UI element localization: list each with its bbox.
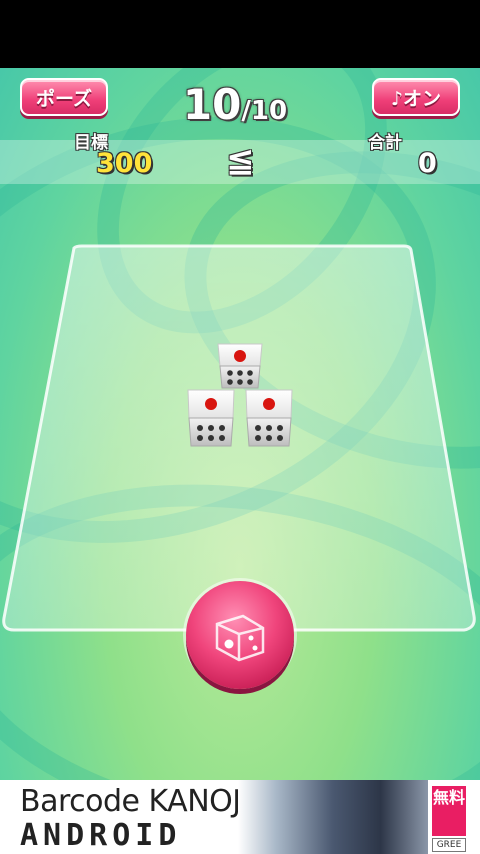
ad-title: Barcode KANOJO bbox=[20, 784, 264, 819]
target-value: 300 bbox=[96, 148, 153, 179]
total-label: 合計 bbox=[368, 133, 402, 153]
ad-banner[interactable]: Barcode KANOJO ANDROID 無料 GREE bbox=[0, 780, 480, 854]
ad-character-art bbox=[238, 780, 428, 854]
round-total: 10 bbox=[250, 96, 288, 126]
ad-free-badge: 無料 bbox=[432, 786, 466, 836]
die bbox=[187, 389, 235, 447]
die bbox=[245, 389, 293, 447]
ad-subtitle: ANDROID bbox=[20, 818, 182, 853]
pause-label: ポーズ bbox=[35, 87, 93, 110]
die bbox=[217, 343, 263, 389]
round-separator: / bbox=[241, 96, 251, 126]
roll-dice-button[interactable] bbox=[186, 581, 294, 689]
round-current: 10 bbox=[182, 80, 242, 129]
sound-toggle-button[interactable]: ♪オン bbox=[372, 78, 460, 116]
dice-icon bbox=[215, 614, 265, 662]
pause-button[interactable]: ポーズ bbox=[20, 78, 108, 116]
comparator-symbol: ≦ bbox=[226, 140, 255, 180]
status-bar-area bbox=[0, 0, 480, 68]
ad-publisher-logo: GREE bbox=[432, 838, 466, 852]
round-counter: 10/10 bbox=[150, 80, 320, 129]
total-value: 0 bbox=[418, 148, 437, 179]
sound-label: ♪オン bbox=[390, 87, 442, 110]
